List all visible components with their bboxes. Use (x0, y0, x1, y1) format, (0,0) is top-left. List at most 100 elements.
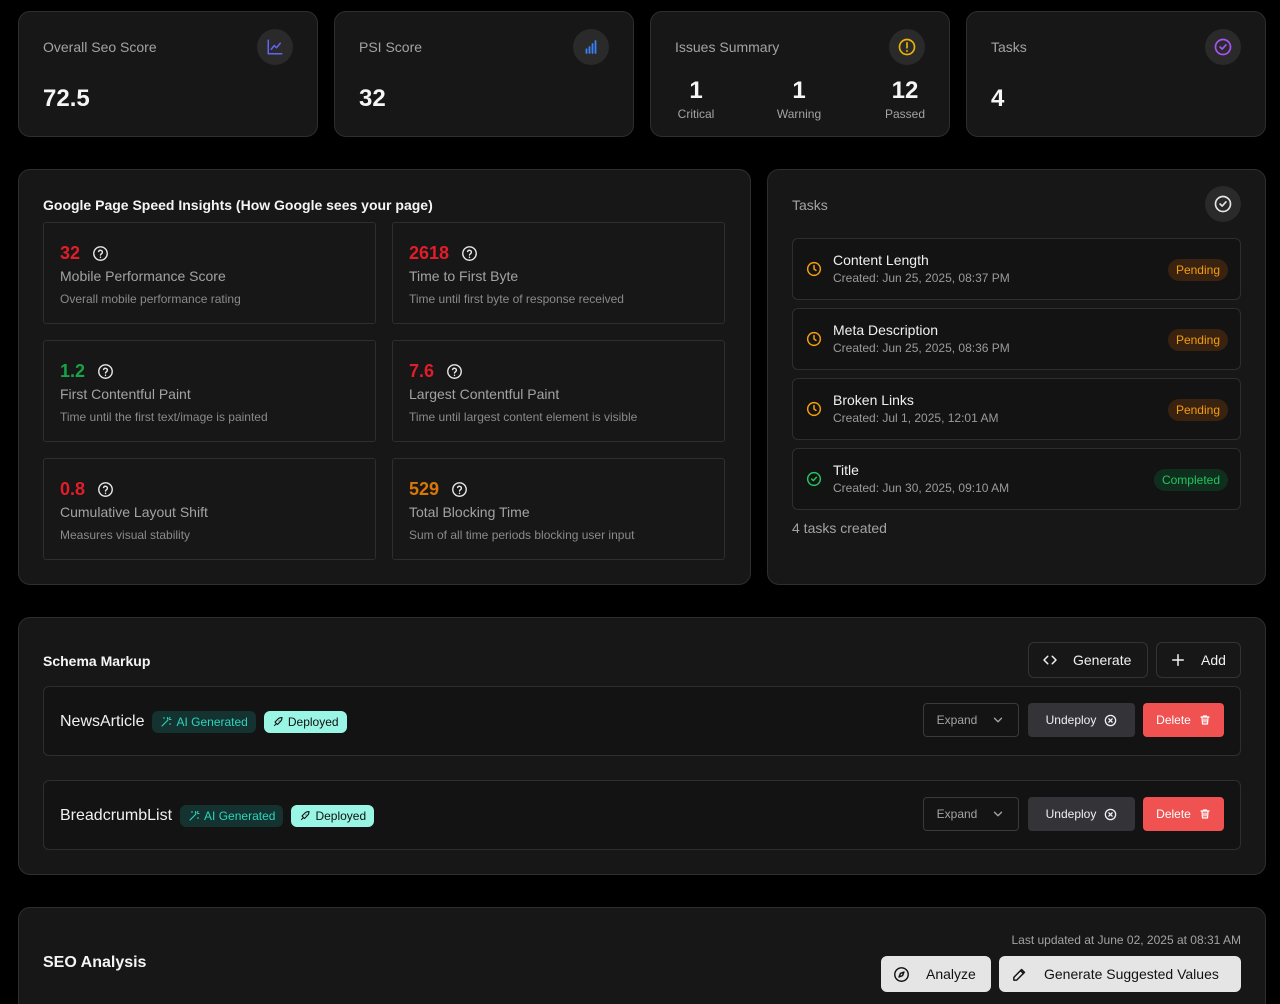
task-created: Created: Jun 30, 2025, 09:10 AM (833, 481, 1010, 495)
tasks-stat-card: Tasks 4 (966, 11, 1266, 137)
chevron-down-icon (991, 713, 1005, 727)
expand-label: Expand (936, 713, 978, 727)
task-name: Meta Description (833, 322, 939, 338)
undeploy-button[interactable]: Undeploy (1028, 703, 1135, 737)
undeploy-label: Undeploy (1045, 713, 1097, 727)
expand-button[interactable]: Expand (923, 797, 1019, 831)
rocket-icon (272, 716, 284, 728)
task-item[interactable]: Broken Links Created: Jul 1, 2025, 12:01… (792, 378, 1241, 440)
delete-label: Delete (1156, 807, 1191, 821)
tasks-panel-title: Tasks (792, 197, 828, 213)
task-created: Created: Jun 25, 2025, 08:36 PM (833, 341, 1010, 355)
expand-label: Expand (936, 807, 978, 821)
help-icon[interactable] (92, 245, 109, 262)
seo-analysis-title: SEO Analysis (43, 954, 147, 971)
issue-passed: 12 Passed (881, 77, 929, 121)
psi-score-value: 32 (359, 85, 386, 112)
tasks-stat-title: Tasks (991, 39, 1027, 55)
clock-icon (806, 331, 822, 347)
code-icon (1041, 651, 1059, 669)
wand-icon (188, 810, 200, 822)
issues-summary-title: Issues Summary (675, 39, 780, 55)
line-chart-icon (257, 29, 293, 65)
psi-score-title: PSI Score (359, 39, 423, 55)
issue-passed-count: 12 (891, 77, 919, 104)
metric-card: 32 Mobile Performance Score Overall mobi… (43, 222, 376, 324)
x-circle-icon (1104, 808, 1117, 821)
ai-generated-tag: AI Generated (152, 711, 256, 733)
undeploy-button[interactable]: Undeploy (1028, 797, 1135, 831)
metric-name: Time to First Byte (409, 268, 519, 284)
metric-name: Largest Contentful Paint (409, 386, 560, 402)
check-circle-icon (806, 471, 822, 487)
status-badge: Pending (1167, 259, 1228, 281)
trash-icon (1199, 808, 1211, 820)
psi-score-card: PSI Score 32 (334, 11, 634, 137)
issue-warning-count: 1 (792, 77, 806, 104)
metric-card: 1.2 First Contentful Paint Time until th… (43, 340, 376, 442)
generate-suggested-values-label: Generate Suggested Values (1044, 966, 1219, 982)
help-icon[interactable] (97, 481, 114, 498)
schema-name: BreadcrumbList (60, 807, 173, 824)
delete-label: Delete (1156, 713, 1191, 727)
generate-suggested-values-button[interactable]: Generate Suggested Values (999, 956, 1241, 992)
metric-value: 32 (60, 243, 81, 263)
check-circle-icon (1205, 186, 1241, 222)
undeploy-label: Undeploy (1045, 807, 1097, 821)
help-icon[interactable] (451, 481, 468, 498)
expand-button[interactable]: Expand (923, 703, 1019, 737)
psi-panel-title: Google Page Speed Insights (How Google s… (43, 197, 433, 213)
help-icon[interactable] (446, 363, 463, 380)
schema-item: NewsArticle AI Generated Deployed Expand… (43, 686, 1241, 756)
add-schema-button[interactable]: Add (1156, 642, 1241, 678)
x-circle-icon (1104, 714, 1117, 727)
metric-description: Measures visual stability (60, 528, 191, 542)
metric-card: 0.8 Cumulative Layout Shift Measures vis… (43, 458, 376, 560)
seo-score-card: Overall Seo Score 72.5 (18, 11, 318, 137)
rocket-icon (299, 810, 311, 822)
bar-chart-icon (573, 29, 609, 65)
issue-warning-label: Warning (776, 107, 822, 121)
issue-critical-count: 1 (689, 77, 703, 104)
delete-button[interactable]: Delete (1143, 703, 1224, 737)
ai-generated-tag: AI Generated (180, 805, 284, 827)
metric-description: Time until largest content element is vi… (409, 410, 638, 424)
delete-button[interactable]: Delete (1143, 797, 1224, 831)
schema-item: BreadcrumbList AI Generated Deployed Exp… (43, 780, 1241, 850)
metric-name: First Contentful Paint (60, 386, 191, 402)
issue-critical: 1 Critical (675, 77, 717, 121)
clock-icon (806, 401, 822, 417)
metric-card: 529 Total Blocking Time Sum of all time … (392, 458, 725, 560)
ai-generated-label: AI Generated (176, 715, 248, 729)
task-created: Created: Jul 1, 2025, 12:01 AM (833, 411, 999, 425)
trash-icon (1199, 714, 1211, 726)
metric-description: Overall mobile performance rating (60, 292, 241, 306)
analyze-button[interactable]: Analyze (881, 956, 991, 992)
schema-markup-panel: Schema Markup Generate Add NewsArticle A… (18, 617, 1266, 875)
alert-circle-icon (889, 29, 925, 65)
psi-panel: Google Page Speed Insights (How Google s… (18, 169, 751, 585)
deployed-tag: Deployed (291, 805, 375, 827)
issues-summary-card: Issues Summary 1 Critical 1 Warning 12 P… (650, 11, 950, 137)
issue-critical-label: Critical (677, 107, 715, 121)
metric-name: Mobile Performance Score (60, 268, 226, 284)
metric-description: Sum of all time periods blocking user in… (409, 528, 635, 542)
metric-value: 529 (409, 479, 440, 499)
task-item[interactable]: Meta Description Created: Jun 25, 2025, … (792, 308, 1241, 370)
issue-warning: 1 Warning (773, 77, 825, 121)
metric-name: Total Blocking Time (409, 504, 530, 520)
compass-icon (893, 966, 910, 983)
add-schema-label: Add (1201, 652, 1226, 668)
last-updated-text: Last updated at June 02, 2025 at 08:31 A… (1011, 933, 1241, 947)
metric-value: 2618 (409, 243, 450, 263)
task-item[interactable]: Content Length Created: Jun 25, 2025, 08… (792, 238, 1241, 300)
help-icon[interactable] (461, 245, 478, 262)
help-icon[interactable] (97, 363, 114, 380)
wand-icon (160, 716, 173, 728)
deployed-label: Deployed (315, 809, 367, 823)
pencil-icon (1011, 966, 1028, 983)
task-name: Content Length (833, 252, 929, 268)
check-circle-icon (1205, 29, 1241, 65)
generate-schema-button[interactable]: Generate (1028, 642, 1148, 678)
task-item[interactable]: Title Created: Jun 30, 2025, 09:10 AM Co… (792, 448, 1241, 510)
